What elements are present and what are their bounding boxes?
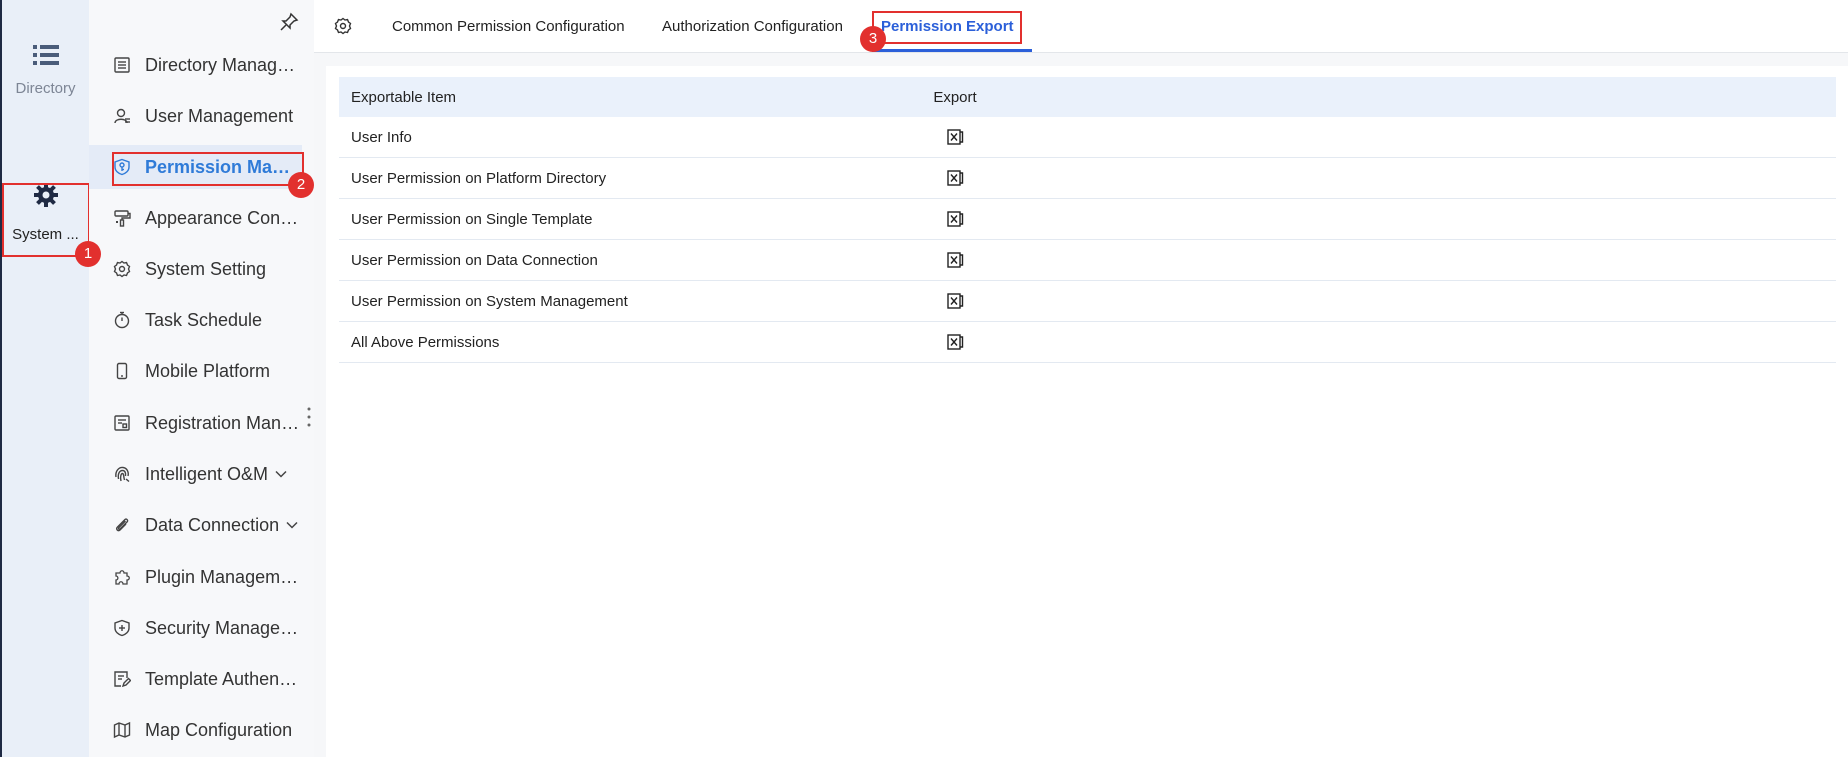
paperclip-icon bbox=[116, 518, 129, 532]
table-row: All Above Permissions bbox=[339, 322, 1836, 363]
menu-item-data-connection[interactable]: Data Connection bbox=[89, 503, 314, 547]
paint-roller-icon bbox=[114, 210, 131, 227]
list-doc-icon bbox=[114, 57, 130, 73]
map-icon bbox=[113, 721, 131, 739]
shield-plus-icon bbox=[114, 619, 130, 637]
menu-item-directory-management[interactable]: Directory Management bbox=[89, 43, 314, 87]
registration-icon bbox=[114, 415, 130, 431]
menu-item-label: Appearance Configuration bbox=[145, 207, 301, 228]
template-icon bbox=[114, 671, 131, 688]
menu-item-label: Security Management bbox=[145, 617, 301, 638]
excel-export-icon[interactable] bbox=[945, 251, 965, 269]
menu-item-user-management[interactable]: User Management bbox=[89, 94, 314, 138]
menu-item-security-management[interactable]: Security Management bbox=[89, 606, 314, 650]
highlight-box-permission-export bbox=[872, 11, 1022, 44]
icon-rail: Directory System ... bbox=[0, 0, 89, 757]
chevron-down-icon[interactable] bbox=[285, 518, 299, 532]
excel-export-icon[interactable] bbox=[945, 210, 965, 228]
tab-bar: Common Permission Configuration Authoriz… bbox=[314, 0, 1848, 53]
menu-item-template-authentication[interactable]: Template Authentication bbox=[89, 657, 314, 701]
active-tab-indicator bbox=[872, 49, 1032, 52]
excel-export-icon[interactable] bbox=[945, 292, 965, 310]
step-badge-2: 2 bbox=[288, 172, 314, 198]
list-icon bbox=[32, 45, 59, 65]
table-header: Exportable Item Export bbox=[339, 77, 1836, 117]
row-label: All Above Permissions bbox=[351, 333, 500, 351]
gear-icon bbox=[113, 260, 131, 278]
menu-item-label: Intelligent O&M bbox=[145, 463, 269, 484]
rail-directory-label: Directory bbox=[15, 80, 76, 97]
puzzle-icon bbox=[115, 570, 130, 585]
user-icon bbox=[114, 108, 130, 124]
gear-icon[interactable] bbox=[334, 17, 352, 35]
chevron-down-icon[interactable] bbox=[274, 467, 288, 481]
pin-icon[interactable] bbox=[279, 12, 299, 32]
row-label: User Info bbox=[351, 128, 412, 146]
menu-item-label: User Management bbox=[145, 105, 294, 126]
menu-item-label: System Setting bbox=[145, 258, 267, 279]
excel-export-icon[interactable] bbox=[945, 169, 965, 187]
menu-item-label: Data Connection bbox=[145, 514, 280, 535]
column-header-exportable-item: Exportable Item bbox=[351, 88, 457, 106]
mobile-icon bbox=[116, 362, 128, 380]
table-row: User Permission on Single Template bbox=[339, 199, 1836, 240]
tab-authorization-configuration[interactable]: Authorization Configuration bbox=[662, 0, 843, 53]
table-row: User Info bbox=[339, 117, 1836, 158]
rail-directory[interactable]: Directory bbox=[2, 44, 89, 97]
column-header-export: Export bbox=[933, 88, 977, 106]
menu-item-mobile-platform[interactable]: Mobile Platform bbox=[89, 349, 314, 393]
menu-item-intelligent-om[interactable]: Intelligent O&M bbox=[89, 452, 314, 496]
menu-item-appearance-configuration[interactable]: Appearance Configuration bbox=[89, 196, 314, 240]
menu-item-label: Mobile Platform bbox=[145, 360, 271, 381]
row-label: User Permission on Platform Directory bbox=[351, 169, 607, 187]
secondary-menu: Directory Management User Management Per… bbox=[89, 0, 314, 757]
menu-item-system-setting[interactable]: System Setting bbox=[89, 247, 314, 291]
menu-item-registration-management[interactable]: Registration Management bbox=[89, 401, 314, 445]
menu-item-plugin-management[interactable]: Plugin Management bbox=[89, 555, 314, 599]
menu-item-label: Map Configuration bbox=[145, 719, 293, 740]
export-table: Exportable Item Export User Info User Pe… bbox=[339, 77, 1836, 363]
menu-item-label: Registration Management bbox=[145, 412, 301, 433]
excel-export-icon[interactable] bbox=[945, 128, 965, 146]
excel-export-icon[interactable] bbox=[945, 333, 965, 351]
row-label: User Permission on Single Template bbox=[351, 210, 593, 228]
menu-item-map-configuration[interactable]: Map Configuration bbox=[89, 708, 314, 752]
menu-item-label: Task Schedule bbox=[145, 309, 263, 330]
stopwatch-icon bbox=[114, 311, 130, 329]
table-row: User Permission on Data Connection bbox=[339, 240, 1836, 281]
menu-item-label: Plugin Management bbox=[145, 566, 301, 587]
table-row: User Permission on Platform Directory bbox=[339, 158, 1836, 199]
tab-common-permission-configuration[interactable]: Common Permission Configuration bbox=[392, 0, 625, 53]
menu-item-task-schedule[interactable]: Task Schedule bbox=[89, 298, 314, 342]
menu-item-label: Template Authentication bbox=[145, 668, 301, 689]
highlight-box-permission-management bbox=[112, 152, 304, 186]
step-badge-3: 3 bbox=[860, 26, 886, 52]
row-label: User Permission on Data Connection bbox=[351, 251, 598, 269]
table-row: User Permission on System Management bbox=[339, 281, 1836, 322]
step-badge-1: 1 bbox=[75, 241, 101, 267]
row-label: User Permission on System Management bbox=[351, 292, 628, 310]
menu-item-label: Directory Management bbox=[145, 54, 301, 75]
fingerprint-icon bbox=[115, 466, 130, 483]
